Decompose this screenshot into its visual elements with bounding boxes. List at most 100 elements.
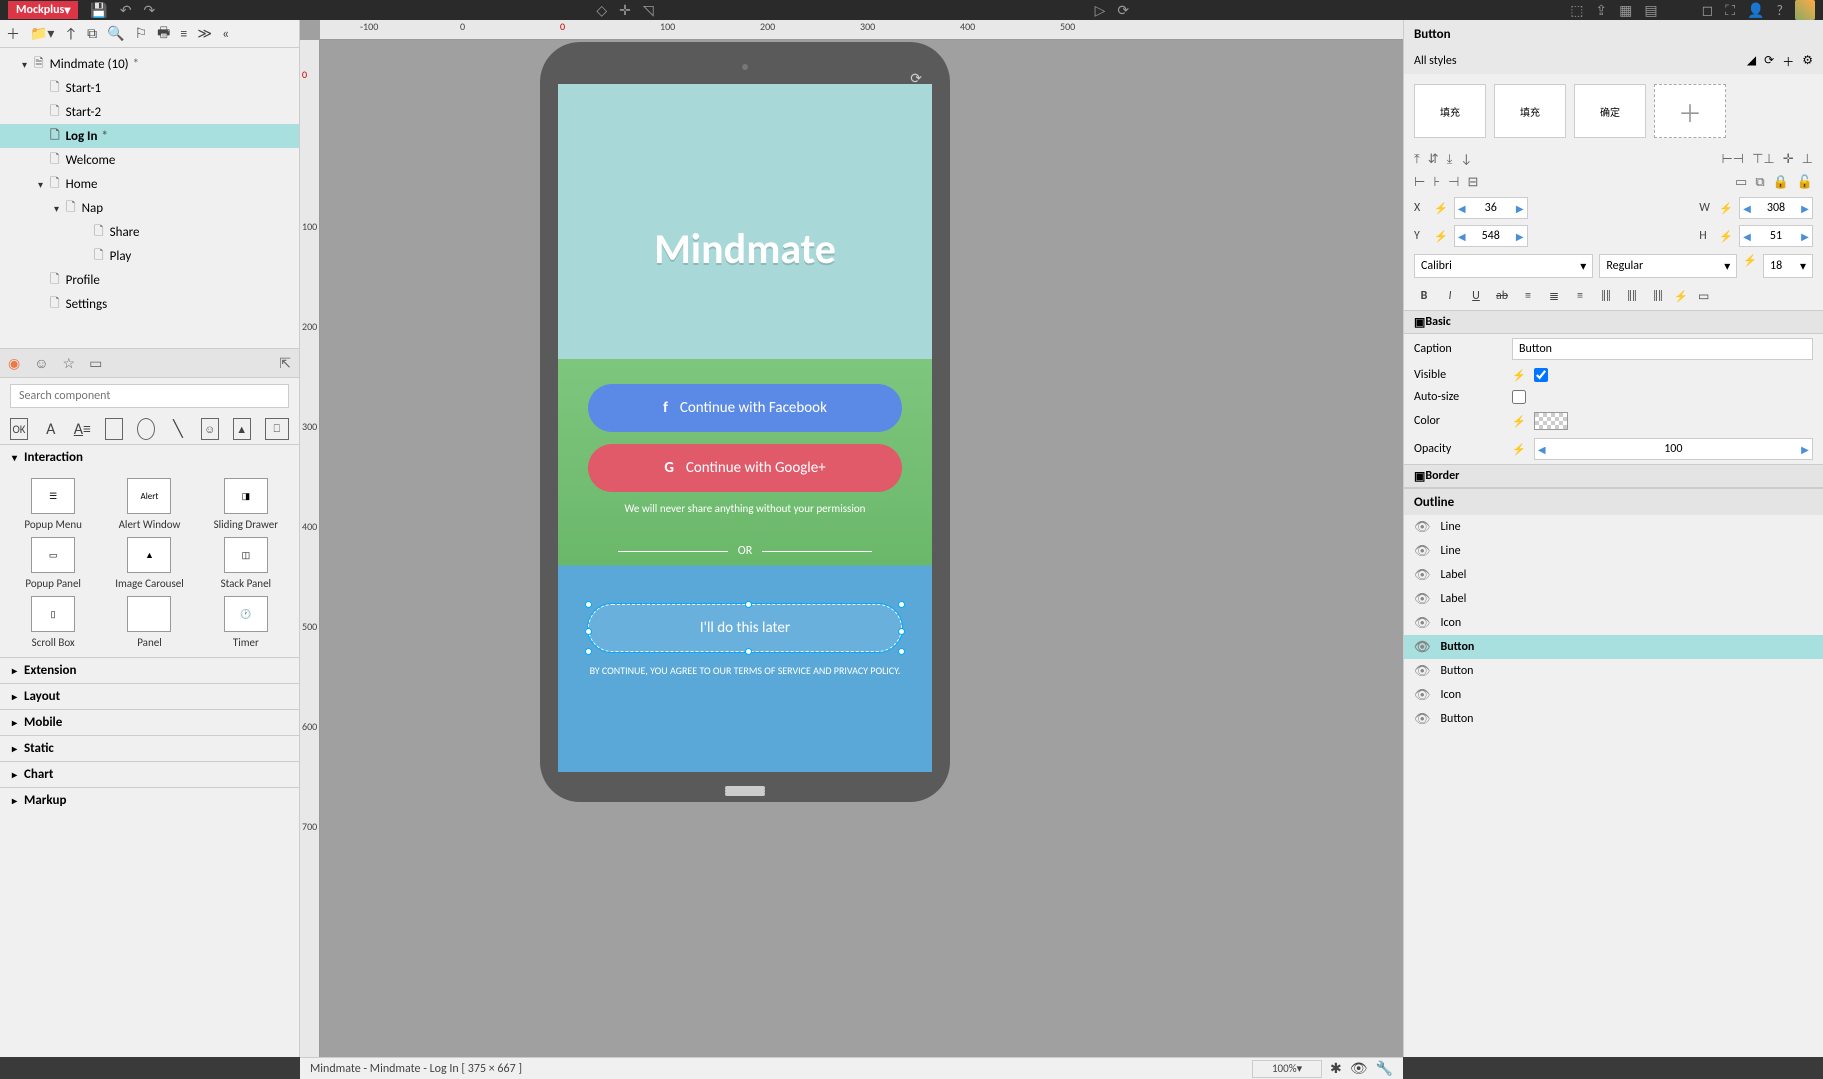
button-shape-icon[interactable]: OK: [10, 418, 28, 440]
mockup-later-button[interactable]: I'll do this later: [588, 604, 902, 652]
color-swatch[interactable]: [1534, 412, 1568, 430]
comp-alert-window[interactable]: AlertAlert Window: [104, 478, 194, 531]
wrench-icon[interactable]: 🔧: [1376, 1060, 1393, 1077]
section-extension[interactable]: ▸Extension: [0, 657, 299, 683]
undo-icon[interactable]: ↶: [120, 2, 132, 19]
add-page-icon[interactable]: ＋: [6, 24, 20, 44]
search-input[interactable]: [10, 384, 289, 408]
font-size-select[interactable]: 18▾: [1763, 254, 1813, 278]
grid-icon[interactable]: ▦: [1619, 2, 1632, 19]
rect-shape-icon[interactable]: [105, 418, 123, 440]
align-bottom-icon[interactable]: ⤓: [1447, 152, 1453, 167]
style-thumb-2[interactable]: 填充: [1494, 84, 1566, 138]
tree-item-profile[interactable]: 🗋Profile: [0, 268, 299, 292]
valign-mid-icon[interactable]: ‖‖: [1622, 286, 1642, 306]
comp-popup-menu[interactable]: ☰Popup Menu: [8, 478, 98, 531]
align-top-icon[interactable]: ⤒: [1414, 152, 1420, 167]
border-section[interactable]: ▣ Border: [1404, 464, 1823, 488]
align-justify-icon[interactable]: ⊟: [1467, 175, 1478, 190]
outline-item[interactable]: 👁Line: [1404, 539, 1823, 563]
style-dropdown-icon[interactable]: ◢: [1747, 53, 1756, 70]
align-left-icon[interactable]: ⊢: [1414, 175, 1425, 190]
comp-panel[interactable]: Panel: [104, 596, 194, 649]
basic-section[interactable]: ▣ Basic: [1404, 310, 1823, 334]
align-down-icon[interactable]: ↓: [1460, 152, 1472, 167]
y-input[interactable]: ◀548▶: [1454, 225, 1528, 247]
zoom-select[interactable]: 100% ▾: [1252, 1060, 1322, 1078]
style-refresh-icon[interactable]: ⟳: [1764, 53, 1774, 70]
comp-stack-panel[interactable]: ◫Stack Panel: [201, 537, 291, 590]
tab-my-icon[interactable]: ▭: [89, 355, 102, 372]
valign-bot-icon[interactable]: ‖‖: [1648, 286, 1668, 306]
save-icon[interactable]: 💾: [90, 2, 107, 19]
fill-icon[interactable]: ⊥: [1802, 152, 1813, 167]
comp-image-carousel[interactable]: ▲Image Carousel: [104, 537, 194, 590]
flag-icon[interactable]: ⚐: [135, 25, 148, 42]
tree-item-play[interactable]: 🗋Play: [0, 244, 299, 268]
tree-item-share[interactable]: 🗋Share: [0, 220, 299, 244]
crosshair-icon[interactable]: ✛: [619, 2, 631, 19]
numbered-list-icon[interactable]: ≡: [180, 25, 187, 42]
collapse-icon[interactable]: «: [222, 25, 229, 42]
underline-icon[interactable]: U: [1466, 286, 1486, 306]
circle-shape-icon[interactable]: [137, 418, 155, 440]
w-input[interactable]: ◀308▶: [1739, 197, 1813, 219]
section-markup[interactable]: ▸Markup: [0, 787, 299, 813]
outline-item[interactable]: 👁Button: [1404, 635, 1823, 659]
mockup-fb-button[interactable]: fContinue with Facebook: [588, 384, 902, 432]
style-add-icon[interactable]: ＋: [1782, 53, 1794, 70]
style-thumb-1[interactable]: 填充: [1414, 84, 1486, 138]
outline-item[interactable]: 👁Icon: [1404, 611, 1823, 635]
visibility-icon[interactable]: 👁: [1350, 1060, 1368, 1077]
font-weight-select[interactable]: Regular▾: [1599, 254, 1737, 278]
share-icon[interactable]: ⇪: [1595, 2, 1607, 19]
align-hcenter-icon[interactable]: ⊦: [1433, 175, 1440, 190]
app-logo[interactable]: Mockplus ▾: [8, 1, 78, 19]
window-icon[interactable]: ◻: [1702, 2, 1714, 19]
avatar[interactable]: [1795, 0, 1815, 20]
section-layout[interactable]: ▸Layout: [0, 683, 299, 709]
tree-item-start1[interactable]: 🗋Start-1: [0, 76, 299, 100]
line-shape-icon[interactable]: ╲: [169, 418, 187, 440]
folder-icon[interactable]: 📁▾: [30, 25, 54, 42]
style-thumb-add[interactable]: ＋: [1654, 84, 1726, 138]
more-icon[interactable]: ≫: [197, 25, 212, 42]
list-icon[interactable]: ▤: [1644, 2, 1657, 19]
style-gear-icon[interactable]: ⚙: [1802, 53, 1813, 70]
outline-item[interactable]: 👁Line: [1404, 515, 1823, 539]
tab-favorites-icon[interactable]: ☆: [63, 355, 76, 372]
refresh-icon[interactable]: ⟳: [1117, 2, 1129, 19]
outline-item[interactable]: 👁Button: [1404, 707, 1823, 731]
cloud-icon[interactable]: ⬚: [1570, 2, 1583, 19]
section-mobile[interactable]: ▸Mobile: [0, 709, 299, 735]
align-left-text-icon[interactable]: ≡: [1518, 286, 1538, 306]
image-shape-icon[interactable]: ▲: [233, 418, 251, 440]
link-icon[interactable]: ⧉: [87, 25, 97, 42]
lock-icon[interactable]: 🔒: [1773, 175, 1789, 190]
tree-item-start2[interactable]: 🗋Start-2: [0, 100, 299, 124]
outline-item[interactable]: 👁Label: [1404, 563, 1823, 587]
comp-timer[interactable]: 🕐Timer: [201, 596, 291, 649]
canvas-inner[interactable]: ⟳ ●●○○○ 中国移动 ᯤ 9:57 AM ⚙ ● ✱ 24%🔋 Mindma…: [320, 40, 1403, 1057]
section-static[interactable]: ▸Static: [0, 735, 299, 761]
unlock-icon[interactable]: 🔓: [1797, 175, 1813, 190]
visible-checkbox[interactable]: [1534, 368, 1548, 382]
corner-icon[interactable]: ◹: [643, 2, 654, 19]
distribute-v-icon[interactable]: ⊤⊥: [1752, 152, 1775, 167]
valign-top-icon[interactable]: ‖‖: [1596, 286, 1616, 306]
tree-item-welcome[interactable]: 🗋Welcome: [0, 148, 299, 172]
tree-item-settings[interactable]: 🗋Settings: [0, 292, 299, 316]
collapse-components-icon[interactable]: ⇱: [279, 355, 291, 372]
redo-icon[interactable]: ↷: [144, 2, 156, 19]
align-vcenter-icon[interactable]: ⇵: [1428, 152, 1439, 167]
group-icon[interactable]: ▭: [1735, 175, 1747, 190]
align-right-text-icon[interactable]: ≡: [1570, 286, 1590, 306]
expand-icon[interactable]: ⛶: [1725, 2, 1735, 19]
search-icon[interactable]: 🔍: [107, 25, 124, 42]
snap-icon[interactable]: ✱: [1330, 1060, 1342, 1077]
tab-components-icon[interactable]: ◉: [8, 355, 20, 372]
text-color-icon[interactable]: ▭: [1694, 286, 1714, 306]
comp-sliding-drawer[interactable]: ◨Sliding Drawer: [201, 478, 291, 531]
outline-item[interactable]: 👁Label: [1404, 587, 1823, 611]
text-shape-icon[interactable]: A: [42, 418, 60, 440]
